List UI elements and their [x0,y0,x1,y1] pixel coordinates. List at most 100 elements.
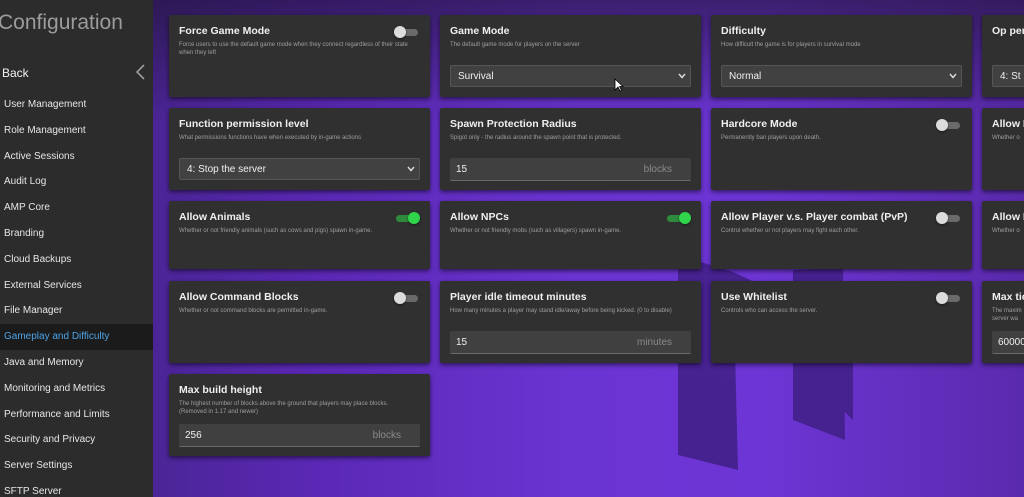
select-value: 4: Stop the server [187,164,266,175]
sidebar-item-monitoring-and-metrics[interactable]: Monitoring and Metrics [0,376,153,402]
player-idle-timeout-input[interactable]: 15 minutes [450,331,691,354]
card-allow-command-blocks: Allow Command Blocks Whether or not comm… [169,281,430,363]
setting-label: Allow N [992,118,1024,130]
setting-label: Allow Player v.s. Player combat (PvP) [721,211,908,223]
chevron-down-icon [678,73,686,79]
setting-label: Spawn Protection Radius [450,118,577,130]
setting-label: Allow Command Blocks [179,291,299,303]
chevron-down-icon [949,73,957,79]
sidebar-item-gameplay-and-difficulty[interactable]: Gameplay and Difficulty [0,324,153,350]
setting-label: Force Game Mode [179,25,271,37]
setting-description: Whether o [992,228,1020,234]
input-unit: blocks [643,164,672,175]
max-build-height-input[interactable]: 256 blocks [179,424,420,447]
setting-description: Whether or not command blocks are permit… [179,308,328,314]
select-value: Normal [729,71,762,82]
setting-label: Difficulty [721,25,766,37]
card-hardcore-mode: Hardcore Mode Permanently ban players up… [711,108,972,190]
setting-label: Max tic [992,291,1024,303]
select-value: 4: St [1000,71,1021,82]
sidebar: Configuration Back User Management Role … [0,0,153,497]
card-spawn-protection: Spawn Protection Radius Spigot only - th… [440,108,701,190]
card-use-whitelist: Use Whitelist Controls who can access th… [711,281,972,363]
max-tick-input[interactable]: 60000 [992,331,1024,354]
setting-description: Whether or not friendly animals (such as… [179,228,373,234]
setting-label: Hardcore Mode [721,118,798,130]
setting-description: Spigot only - the radius around the spaw… [450,135,622,141]
card-game-mode: Game Mode The default game mode for play… [440,15,701,97]
use-whitelist-toggle[interactable] [936,292,962,304]
card-allow-partial-2: Allow N Whether o [982,108,1024,190]
allow-npcs-toggle[interactable] [665,212,691,224]
sidebar-item-java-and-memory[interactable]: Java and Memory [0,350,153,376]
function-permission-select[interactable]: 4: Stop the server [179,158,420,180]
setting-description: Permanently ban players upon death. [721,135,821,141]
setting-label: Allow Animals [179,211,251,223]
allow-animals-toggle[interactable] [394,212,420,224]
setting-description: What permissions functions have when exe… [179,135,362,141]
sidebar-item-security-and-privacy[interactable]: Security and Privacy [0,427,153,453]
card-difficulty: Difficulty How difficult the game is for… [711,15,972,97]
input-value: 256 [185,430,202,441]
card-allow-pvp: Allow Player v.s. Player combat (PvP) Co… [711,201,972,269]
select-value: Survival [458,71,494,82]
setting-description: The highest number of blocks above the g… [179,401,389,415]
sidebar-item-cloud-backups[interactable]: Cloud Backups [0,247,153,273]
setting-label: Function permission level [179,118,309,130]
sidebar-item-role-management[interactable]: Role Management [0,118,153,144]
setting-description: Controls who can access the server. [721,308,818,314]
setting-label: Allow NPCs [450,211,509,223]
input-value: 60000 [998,337,1024,348]
setting-label: Op per [992,25,1024,37]
input-unit: minutes [636,337,672,348]
op-permission-select[interactable]: 4: St [992,65,1024,87]
input-value: 15 [456,337,468,348]
setting-label: Allow F [992,211,1024,223]
chevron-left-icon[interactable] [134,63,148,81]
sidebar-item-external-services[interactable]: External Services [0,273,153,299]
setting-description: Whether o [992,135,1020,141]
sidebar-item-performance-and-limits[interactable]: Performance and Limits [0,402,153,428]
sidebar-item-server-settings[interactable]: Server Settings [0,453,153,479]
card-allow-npcs: Allow NPCs Whether or not friendly mobs … [440,201,701,269]
settings-panel: Force Game Mode Force users to use the d… [153,0,1024,497]
input-value: 15 [456,164,468,175]
force-game-mode-toggle[interactable] [394,26,420,38]
sidebar-item-user-management[interactable]: User Management [0,92,153,118]
hardcore-mode-toggle[interactable] [936,119,962,131]
allow-command-blocks-toggle[interactable] [394,292,420,304]
card-allow-partial-3: Allow F Whether o [982,201,1024,269]
sidebar-item-audit-log[interactable]: Audit Log [0,169,153,195]
difficulty-select[interactable]: Normal [721,65,962,87]
setting-label: Player idle timeout minutes [450,291,587,303]
card-max-build-height: Max build height The highest number of b… [169,374,430,456]
card-max-tick: Max tic The maxim server wa 60000 [982,281,1024,363]
sidebar-item-file-manager[interactable]: File Manager [0,298,153,324]
game-mode-select[interactable]: Survival [450,65,691,87]
card-op-permission: Op per 4: St [982,15,1024,97]
page-title: Configuration [0,11,123,34]
card-allow-animals: Allow Animals Whether or not friendly an… [169,201,430,269]
input-unit: blocks [372,430,401,441]
card-function-permission: Function permission level What permissio… [169,108,430,190]
spawn-protection-input[interactable]: 15 blocks [450,158,691,181]
sidebar-item-active-sessions[interactable]: Active Sessions [0,144,153,170]
allow-pvp-toggle[interactable] [936,212,962,224]
setting-label: Max build height [179,384,262,396]
sidebar-item-sftp-server[interactable]: SFTP Server [0,479,153,497]
setting-description: Force users to use the default game mode… [179,42,408,56]
back-link[interactable]: Back [2,66,29,80]
setting-label: Use Whitelist [721,291,787,303]
setting-description: The default game mode for players on the… [450,42,580,48]
card-player-idle-timeout: Player idle timeout minutes How many min… [440,281,701,363]
setting-description: How difficult the game is for players in… [721,42,861,48]
setting-description: Control whether or not players may fight… [721,228,859,234]
setting-label: Game Mode [450,25,510,37]
card-force-game-mode: Force Game Mode Force users to use the d… [169,15,430,97]
sidebar-item-branding[interactable]: Branding [0,221,153,247]
setting-description: How many minutes a player may stand idle… [450,308,672,314]
mouse-cursor-icon [614,78,624,92]
sidebar-item-amp-core[interactable]: AMP Core [0,195,153,221]
setting-description: The maxim server wa [992,308,1022,322]
sidebar-menu: User Management Role Management Active S… [0,92,153,497]
